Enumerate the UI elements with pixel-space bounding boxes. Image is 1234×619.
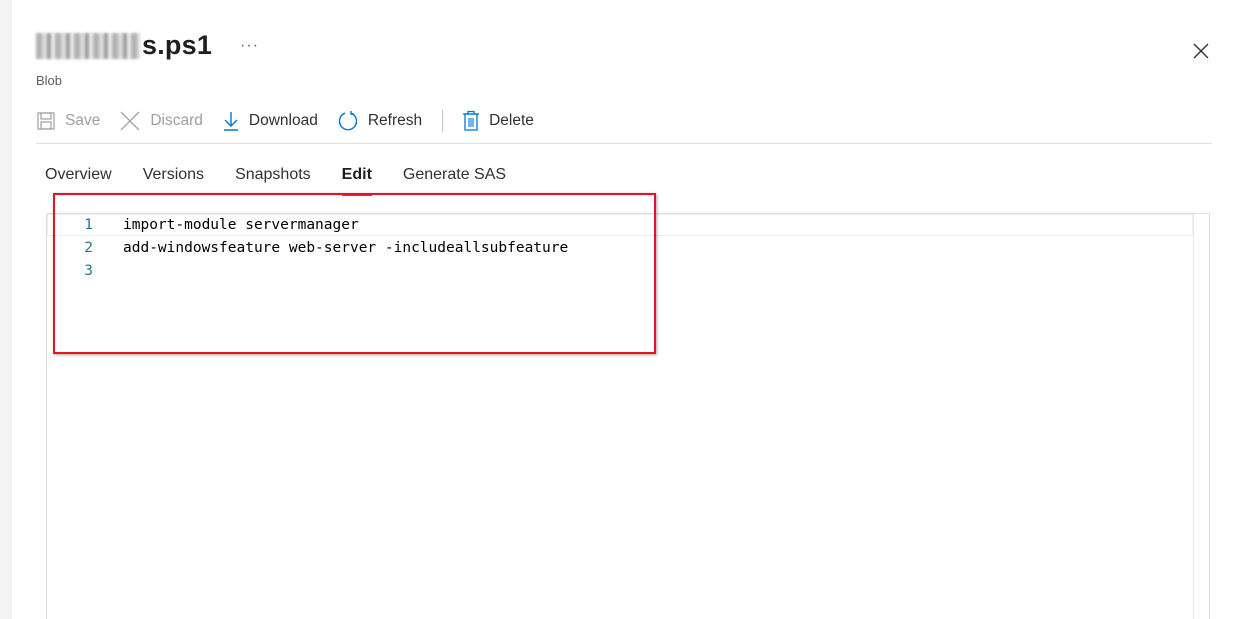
annotation-highlight-box — [53, 193, 656, 354]
blob-panel: s.ps1 ··· Blob Save Discard Download Ref… — [12, 0, 1234, 619]
tab-bar: Overview Versions Snapshots Edit Generat… — [45, 166, 537, 196]
close-icon — [1193, 43, 1209, 59]
toolbar-divider — [36, 143, 1212, 144]
more-options-button[interactable]: ··· — [240, 37, 259, 55]
delete-label: Delete — [489, 112, 534, 129]
toolbar-separator — [442, 110, 444, 132]
discard-icon — [120, 111, 140, 131]
tab-generate-sas[interactable]: Generate SAS — [403, 166, 506, 196]
trash-icon — [463, 110, 480, 131]
tab-overview[interactable]: Overview — [45, 166, 112, 196]
tab-versions[interactable]: Versions — [143, 166, 204, 196]
page-subtitle: Blob — [36, 73, 63, 88]
download-button[interactable]: Download — [222, 110, 318, 132]
tab-snapshots[interactable]: Snapshots — [235, 166, 311, 196]
tab-edit[interactable]: Edit — [341, 166, 373, 196]
page-title: s.ps1 — [142, 30, 213, 60]
refresh-icon — [338, 111, 357, 131]
save-button[interactable]: Save — [36, 111, 100, 131]
close-button[interactable] — [1190, 40, 1212, 62]
delete-button[interactable]: Delete — [462, 110, 534, 132]
save-icon — [37, 112, 55, 130]
title-row: s.ps1 ··· — [36, 30, 259, 61]
download-label: Download — [248, 112, 318, 129]
download-icon — [223, 112, 238, 131]
refresh-label: Refresh — [367, 112, 423, 129]
save-label: Save — [65, 112, 101, 129]
refresh-button[interactable]: Refresh — [337, 110, 422, 132]
editor-scrollbar[interactable] — [1193, 214, 1209, 619]
command-bar: Save Discard Download Refresh Delete — [36, 108, 553, 134]
discard-button[interactable]: Discard — [119, 110, 203, 132]
redacted-filename — [36, 32, 140, 59]
discard-label: Discard — [150, 112, 203, 129]
